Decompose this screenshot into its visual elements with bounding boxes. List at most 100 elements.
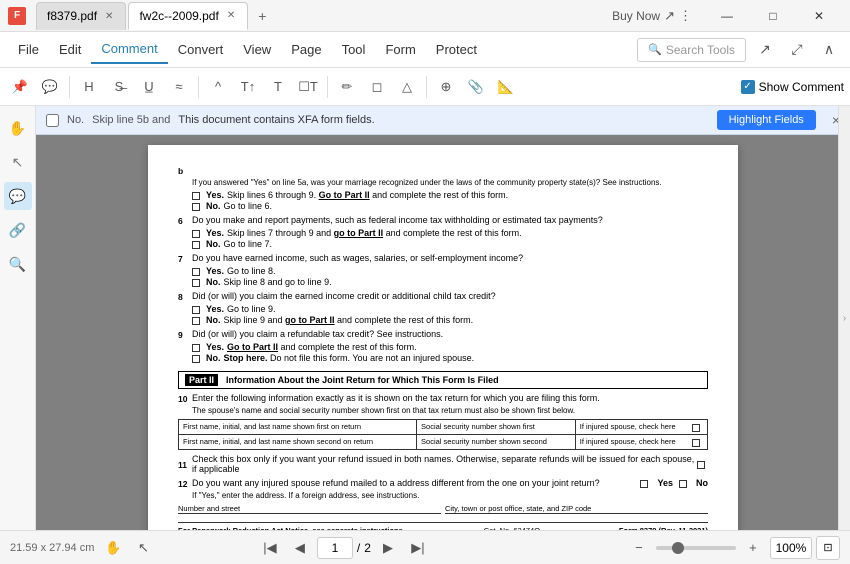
menu-convert[interactable]: Convert (168, 36, 234, 63)
last-page-button[interactable]: ▶| (405, 535, 431, 561)
menu-file[interactable]: File (8, 36, 49, 63)
injured-checkbox-2[interactable] (692, 439, 700, 447)
share-icon-menu[interactable]: ↗ (752, 37, 778, 63)
toolbar-sep-4 (426, 76, 427, 98)
line-12-text: Do you want any injured spouse refund ma… (192, 478, 632, 488)
tab-f8379[interactable]: f8379.pdf ✕ (36, 2, 126, 30)
sidebar-link-panel[interactable]: 🔗 (4, 216, 32, 244)
xfa-checkbox[interactable] (46, 114, 59, 127)
sidebar-search-panel[interactable]: 🔍 (4, 250, 32, 278)
pdf-line-12: 12 Do you want any injured spouse refund… (178, 478, 708, 489)
line-12-yes-checkbox[interactable] (640, 480, 648, 488)
cursor-tool-button[interactable]: ↖ (130, 535, 156, 561)
hand-tool-button[interactable]: ✋ (100, 535, 126, 561)
expand-icon-menu[interactable]: ⤢ (784, 37, 810, 63)
minimize-button[interactable]: — (704, 3, 750, 29)
toolbar-sep-1 (69, 76, 70, 98)
next-page-button[interactable]: ▶ (375, 535, 401, 561)
shapes-button[interactable]: △ (393, 73, 421, 101)
pdf-yes-part2: Yes. Go to Part II and complete the rest… (178, 342, 708, 352)
fit-page-button[interactable]: ⊡ (816, 536, 840, 560)
pdf-checkbox-yes-9[interactable] (192, 306, 200, 314)
first-page-button[interactable]: |◀ (257, 535, 283, 561)
buy-now-label: Buy Now (612, 9, 660, 23)
line-11-text: Check this box only if you want your ref… (192, 454, 697, 474)
stamp-button[interactable]: ⊕ (432, 73, 460, 101)
menu-tool[interactable]: Tool (332, 36, 376, 63)
line-8-text: Did (or will) you claim the earned incom… (192, 291, 496, 301)
line-12-note: If "Yes," enter the address. If a foreig… (178, 491, 708, 500)
squiggly-button[interactable]: ≈ (165, 73, 193, 101)
injured-checkbox-1[interactable] (692, 424, 700, 432)
tab-fw2c-close[interactable]: ✕ (225, 9, 237, 22)
highlight-button[interactable]: H (75, 73, 103, 101)
overflow-icon: ⋮ (679, 8, 692, 24)
prev-page-button[interactable]: ◀ (287, 535, 313, 561)
menu-extra-icons: ↗ ⤢ ∧ (752, 37, 842, 63)
zoom-out-button[interactable]: − (626, 535, 652, 561)
menu-view[interactable]: View (233, 36, 281, 63)
zoom-input[interactable] (770, 537, 812, 559)
highlight-fields-button[interactable]: Highlight Fields (717, 110, 816, 130)
line-10-note: The spouse's name and social security nu… (178, 406, 708, 415)
textbox-button[interactable]: ☐T (294, 73, 322, 101)
pdf-checkbox-no-stop[interactable] (192, 355, 200, 363)
tab-fw2c[interactable]: fw2c--2009.pdf ✕ (128, 2, 248, 30)
close-button[interactable]: ✕ (796, 3, 842, 29)
pencil-button[interactable]: ✏ (333, 73, 361, 101)
menu-form[interactable]: Form (375, 36, 425, 63)
tab-f8379-close[interactable]: ✕ (103, 10, 115, 23)
toolbar-sep-2 (198, 76, 199, 98)
sidebar-comment-panel[interactable]: 💬 (4, 182, 32, 210)
chevron-up-icon[interactable]: ∧ (816, 37, 842, 63)
line-6-num: 6 (178, 216, 192, 226)
line-9-text: Did (or will) you claim a refundable tax… (192, 329, 443, 339)
pdf-line-b: b (178, 165, 708, 176)
maximize-button[interactable]: □ (750, 3, 796, 29)
pdf-line-11: 11 Check this box only if you want your … (178, 454, 708, 474)
line-10-num: 10 (178, 394, 192, 404)
attach-button[interactable]: 📎 (462, 73, 490, 101)
pdf-scroll-area[interactable]: b If you answered "Yes" on line 5a, was … (36, 135, 850, 530)
strikethrough-button[interactable]: S̶ (105, 73, 133, 101)
right-panel-handle[interactable]: › (838, 106, 850, 530)
sidebar: ✋ ↖ 💬 🔗 🔍 (0, 106, 36, 530)
pdf-checkbox-no-7a[interactable] (192, 241, 200, 249)
page-size-info: 21.59 x 27.94 cm (10, 542, 94, 554)
pdf-checkbox-yes-8[interactable] (192, 268, 200, 276)
menu-edit[interactable]: Edit (49, 36, 91, 63)
pdf-checkbox-yes-6[interactable] (192, 192, 200, 200)
text-callout-button[interactable]: 💬 (36, 73, 64, 101)
typewriter-button[interactable]: T (264, 73, 292, 101)
pdf-yes-line8: Yes. Go to line 8. (178, 266, 708, 276)
search-tools-box[interactable]: 🔍 Search Tools (637, 38, 746, 62)
measure-button[interactable]: 📐 (492, 73, 520, 101)
line-12-no-checkbox[interactable] (679, 480, 687, 488)
line-11-checkbox[interactable] (697, 461, 705, 469)
underline-button[interactable]: U̲ (135, 73, 163, 101)
sidebar-select-tool[interactable]: ↖ (4, 148, 32, 176)
menubar: File Edit Comment Convert View Page Tool… (0, 32, 850, 68)
tab-f8379-label: f8379.pdf (47, 9, 97, 23)
eraser-button[interactable]: ◻ (363, 73, 391, 101)
menu-page[interactable]: Page (281, 36, 331, 63)
caret-button[interactable]: ^ (204, 73, 232, 101)
page-number-input[interactable] (317, 537, 353, 559)
sticky-note-button[interactable]: 📌 (6, 73, 34, 101)
insert-text-button[interactable]: T↑ (234, 73, 262, 101)
line-10-text: Enter the following information exactly … (192, 393, 600, 403)
pdf-checkbox-yes-part2[interactable] (192, 344, 200, 352)
zoom-slider[interactable] (656, 546, 736, 550)
menu-comment[interactable]: Comment (91, 35, 167, 64)
pdf-checkbox-no-6a[interactable] (192, 203, 200, 211)
show-comment-checkbox[interactable] (741, 80, 755, 94)
menu-protect[interactable]: Protect (426, 36, 487, 63)
sidebar-hand-tool[interactable]: ✋ (4, 114, 32, 142)
pdf-checkbox-yes-7[interactable] (192, 230, 200, 238)
zoom-in-button[interactable]: + (740, 535, 766, 561)
pdf-checkbox-no-8a[interactable] (192, 279, 200, 287)
new-tab-button[interactable]: + (250, 4, 274, 28)
part2-label: Part II (185, 374, 218, 386)
pdf-checkbox-no-9a[interactable] (192, 317, 200, 325)
table-cell-name1: First name, initial, and last name shown… (179, 420, 417, 435)
